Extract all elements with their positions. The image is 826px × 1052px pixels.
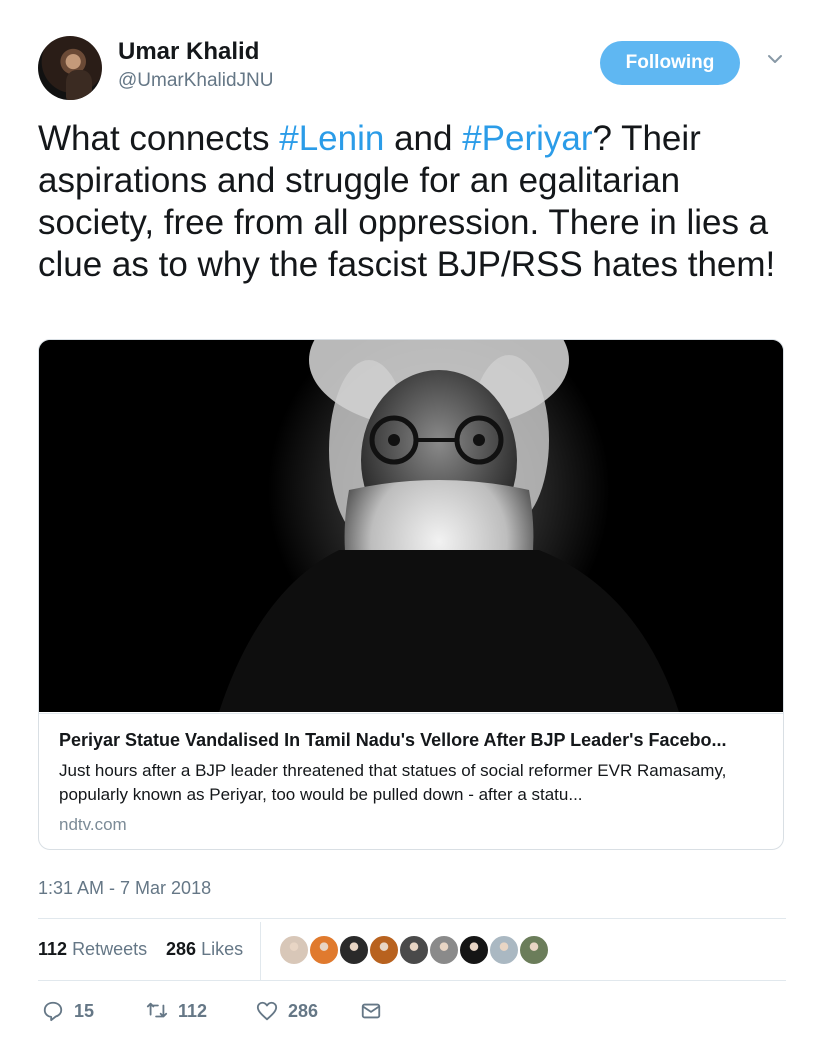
hashtag-link[interactable]: #Periyar <box>462 119 592 158</box>
tweet-text: What connects #Lenin and #Periyar? Their… <box>38 118 798 286</box>
card-domain: ndtv.com <box>59 815 127 834</box>
divider <box>38 918 786 919</box>
tweet-header: Umar Khalid @UmarKhalidJNU Following <box>38 36 788 100</box>
card-image[interactable] <box>39 340 783 712</box>
likes-stat[interactable]: 286 Likes <box>166 939 243 960</box>
author-avatar[interactable] <box>38 36 102 100</box>
chevron-down-icon[interactable] <box>766 50 784 68</box>
tweet-text-segment: What connects <box>38 119 280 158</box>
liker-avatar[interactable] <box>338 934 370 966</box>
author-name[interactable]: Umar Khalid <box>118 38 259 66</box>
liker-avatar[interactable] <box>518 934 550 966</box>
like-count: 286 <box>288 1000 319 1021</box>
retweets-stat[interactable]: 112 Retweets <box>38 939 147 960</box>
direct-message-button[interactable] <box>360 1000 392 1022</box>
likes-stat-count: 286 <box>166 939 197 959</box>
stats-separator <box>260 922 261 980</box>
following-button[interactable]: Following <box>600 41 740 85</box>
retweet-count: 112 <box>178 1000 208 1021</box>
message-icon <box>361 1003 381 1019</box>
link-card[interactable]: Periyar Statue Vandalised In Tamil Nadu'… <box>38 339 784 850</box>
reply-button[interactable]: 15 <box>42 1000 94 1022</box>
retweet-icon <box>146 1002 168 1018</box>
hashtag-link[interactable]: #Lenin <box>279 119 384 158</box>
reply-count: 15 <box>74 1000 95 1021</box>
retweet-button[interactable]: 112 <box>146 1000 207 1022</box>
tweet-text-segment: and <box>384 119 463 158</box>
like-button[interactable]: 286 <box>256 1000 318 1022</box>
card-body[interactable]: Periyar Statue Vandalised In Tamil Nadu'… <box>39 713 783 849</box>
tweet-timestamp[interactable]: 1:31 AM - 7 Mar 2018 <box>38 878 211 899</box>
liker-avatar[interactable] <box>428 934 460 966</box>
divider <box>38 980 786 981</box>
retweets-stat-count: 112 <box>38 939 68 959</box>
author-handle[interactable]: @UmarKhalidJNU <box>118 70 274 92</box>
retweets-stat-label: Retweets <box>72 939 148 959</box>
card-description: Just hours after a BJP leader threatened… <box>59 761 727 804</box>
heart-icon <box>256 1001 278 1021</box>
liker-avatar[interactable] <box>488 934 520 966</box>
reply-icon <box>43 1001 63 1022</box>
tweet-actions: 15 112 286 <box>38 996 786 1032</box>
card-title[interactable]: Periyar Statue Vandalised In Tamil Nadu'… <box>59 730 759 751</box>
liker-avatar[interactable] <box>278 934 310 966</box>
tweet-stats: 112 Retweets 286 Likes <box>38 922 786 980</box>
liker-avatar[interactable] <box>368 934 400 966</box>
liker-avatar[interactable] <box>308 934 340 966</box>
liker-avatar[interactable] <box>398 934 430 966</box>
likes-stat-label: Likes <box>201 939 244 959</box>
liker-avatar[interactable] <box>458 934 490 966</box>
